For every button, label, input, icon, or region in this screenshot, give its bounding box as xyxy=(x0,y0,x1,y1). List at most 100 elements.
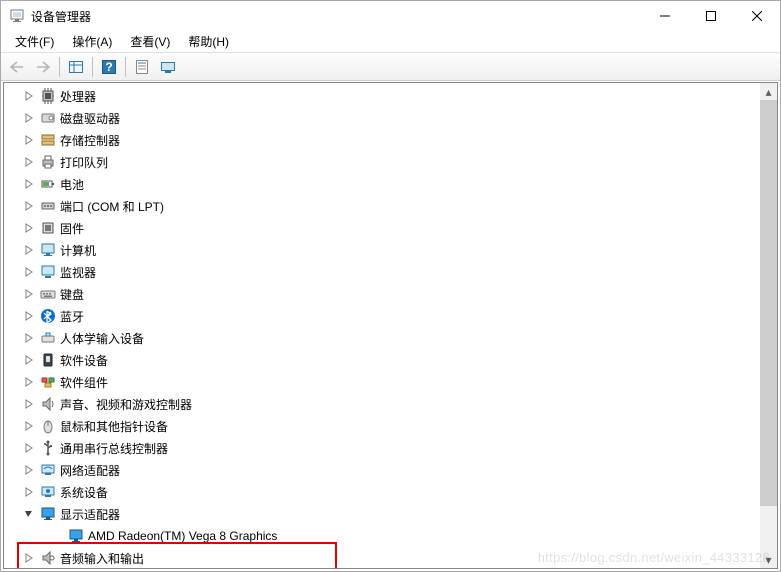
tree-item[interactable]: 计算机 xyxy=(8,239,760,261)
tree-item-label: 蓝牙 xyxy=(60,308,84,325)
tree-item[interactable]: 蓝牙 xyxy=(8,305,760,327)
computer-icon xyxy=(40,242,56,258)
menubar: 文件(F) 操作(A) 查看(V) 帮助(H) xyxy=(1,31,780,53)
tree-item[interactable]: 音频输入和输出 xyxy=(8,547,760,568)
tree-item[interactable]: 打印队列 xyxy=(8,151,760,173)
tree-item[interactable]: 固件 xyxy=(8,217,760,239)
tree-item[interactable]: 存储控制器 xyxy=(8,129,760,151)
tree-item-label: 键盘 xyxy=(60,286,84,303)
menu-action[interactable]: 操作(A) xyxy=(64,31,120,52)
expand-icon[interactable] xyxy=(22,133,36,147)
menu-view[interactable]: 查看(V) xyxy=(122,31,178,52)
usb-icon xyxy=(40,440,56,456)
expand-icon[interactable] xyxy=(22,243,36,257)
expand-icon[interactable] xyxy=(22,309,36,323)
tree-item-label: 系统设备 xyxy=(60,484,108,501)
scroll-up-button[interactable]: ▴ xyxy=(760,83,777,100)
properties-button[interactable] xyxy=(130,55,154,79)
scroll-down-button[interactable]: ▾ xyxy=(760,551,777,568)
tree-item[interactable]: 电池 xyxy=(8,173,760,195)
menu-help[interactable]: 帮助(H) xyxy=(180,31,237,52)
tree-item-label: 声音、视频和游戏控制器 xyxy=(60,396,192,413)
tree-item[interactable]: 显示适配器 xyxy=(8,503,760,525)
expand-icon[interactable] xyxy=(22,419,36,433)
bluetooth-icon xyxy=(40,308,56,324)
scan-hardware-button[interactable] xyxy=(156,55,180,79)
mouse-icon xyxy=(40,418,56,434)
tree-item-label: 网络适配器 xyxy=(60,462,120,479)
expand-icon[interactable] xyxy=(22,463,36,477)
tree-item[interactable]: 磁盘驱动器 xyxy=(8,107,760,129)
expand-icon[interactable] xyxy=(22,375,36,389)
tree-item-label: 固件 xyxy=(60,220,84,237)
tree-item-label: 软件组件 xyxy=(60,374,108,391)
expand-icon[interactable] xyxy=(22,441,36,455)
tree-item[interactable]: 端口 (COM 和 LPT) xyxy=(8,195,760,217)
cpu-icon xyxy=(40,88,56,104)
tree-item-label: 打印队列 xyxy=(60,154,108,171)
tree-item[interactable]: 声音、视频和游戏控制器 xyxy=(8,393,760,415)
expand-icon[interactable] xyxy=(22,155,36,169)
collapse-icon[interactable] xyxy=(22,507,36,521)
show-hide-tree-button[interactable] xyxy=(64,55,88,79)
close-button[interactable] xyxy=(734,1,780,31)
software-icon xyxy=(40,352,56,368)
tree-item[interactable]: 系统设备 xyxy=(8,481,760,503)
expand-icon[interactable] xyxy=(22,331,36,345)
network-icon xyxy=(40,462,56,478)
tree-item[interactable]: 鼠标和其他指针设备 xyxy=(8,415,760,437)
tree-item-label: 存储控制器 xyxy=(60,132,120,149)
toolbar: ? xyxy=(1,53,780,81)
expand-icon[interactable] xyxy=(22,287,36,301)
nav-back-button[interactable] xyxy=(5,55,29,79)
display-icon xyxy=(40,506,56,522)
toolbar-separator xyxy=(59,57,60,77)
disk-icon xyxy=(40,110,56,126)
titlebar: 设备管理器 xyxy=(1,1,780,31)
hid-icon xyxy=(40,330,56,346)
nav-forward-button[interactable] xyxy=(31,55,55,79)
tree-item[interactable]: 通用串行总线控制器 xyxy=(8,437,760,459)
expand-icon[interactable] xyxy=(22,485,36,499)
firmware-icon xyxy=(40,220,56,236)
menu-file[interactable]: 文件(F) xyxy=(7,31,62,52)
expand-icon[interactable] xyxy=(22,551,36,565)
scroll-track[interactable] xyxy=(760,100,777,551)
sound-icon xyxy=(40,396,56,412)
tree-item[interactable]: 软件设备 xyxy=(8,349,760,371)
expand-icon[interactable] xyxy=(22,397,36,411)
battery-icon xyxy=(40,176,56,192)
tree-item-label: 鼠标和其他指针设备 xyxy=(60,418,168,435)
expand-icon[interactable] xyxy=(22,221,36,235)
expand-icon[interactable] xyxy=(22,111,36,125)
tree-item[interactable]: 软件组件 xyxy=(8,371,760,393)
vertical-scrollbar[interactable]: ▴ ▾ xyxy=(760,83,777,568)
tree-item[interactable]: 键盘 xyxy=(8,283,760,305)
tree-item-label: AMD Radeon(TM) Vega 8 Graphics xyxy=(88,529,277,543)
tree-item[interactable]: 处理器 xyxy=(8,85,760,107)
tree-item-label: 端口 (COM 和 LPT) xyxy=(60,198,164,215)
tree-item[interactable]: 网络适配器 xyxy=(8,459,760,481)
tree-item-label: 计算机 xyxy=(60,242,96,259)
scroll-thumb[interactable] xyxy=(760,100,777,506)
tree-item-label: 电池 xyxy=(60,176,84,193)
expand-icon[interactable] xyxy=(22,89,36,103)
tree-item[interactable]: AMD Radeon(TM) Vega 8 Graphics xyxy=(8,525,760,547)
tree-item-label: 显示适配器 xyxy=(60,506,120,523)
expand-icon[interactable] xyxy=(22,265,36,279)
tree-item[interactable]: 人体学输入设备 xyxy=(8,327,760,349)
maximize-button[interactable] xyxy=(688,1,734,31)
minimize-button[interactable] xyxy=(642,1,688,31)
svg-text:?: ? xyxy=(105,60,112,74)
help-button[interactable]: ? xyxy=(97,55,121,79)
tree-item-label: 磁盘驱动器 xyxy=(60,110,120,127)
storage-icon xyxy=(40,132,56,148)
expand-icon[interactable] xyxy=(22,353,36,367)
tree-item[interactable]: 监视器 xyxy=(8,261,760,283)
component-icon xyxy=(40,374,56,390)
toolbar-separator xyxy=(92,57,93,77)
expand-icon[interactable] xyxy=(22,177,36,191)
tree-item-label: 处理器 xyxy=(60,88,96,105)
expand-icon[interactable] xyxy=(22,199,36,213)
device-tree[interactable]: 处理器磁盘驱动器存储控制器打印队列电池端口 (COM 和 LPT) 固件计算机监视… xyxy=(4,83,760,568)
